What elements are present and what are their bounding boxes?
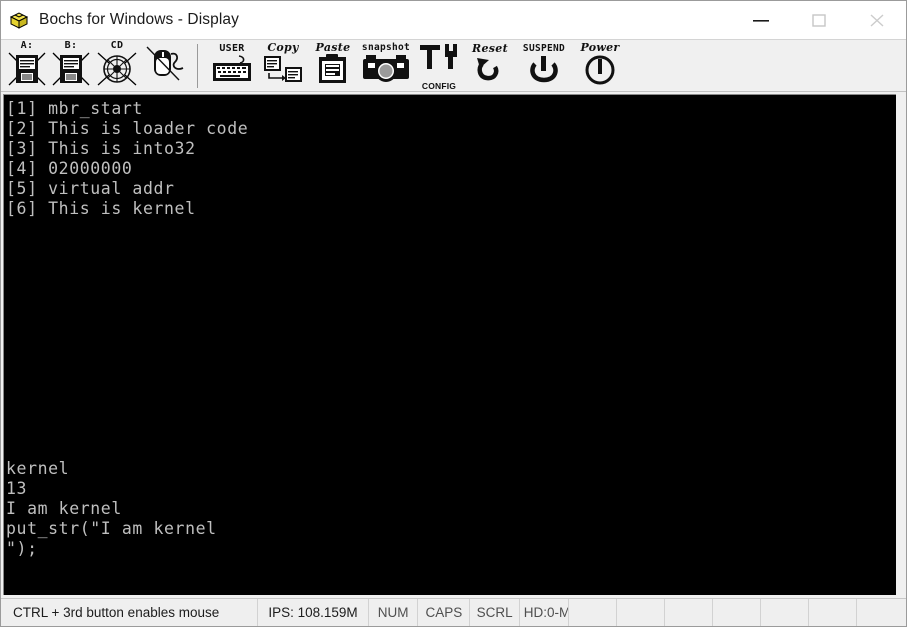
toolbar-separator [197, 44, 198, 88]
status-empty-cell [857, 599, 906, 626]
copy-button[interactable]: Copy [258, 41, 308, 91]
cdrom-label: CD [110, 40, 124, 51]
title-bar: Bochs for Windows - Display [1, 1, 906, 39]
mouse-button[interactable] [141, 41, 189, 91]
keyboard-icon [209, 54, 255, 89]
paste-button[interactable]: Paste [308, 41, 358, 91]
tools-icon [417, 41, 461, 82]
bochs-window: Bochs for Windows - Display A: B: CD USE… [0, 0, 907, 627]
config-button[interactable]: CONFIG [414, 41, 464, 91]
status-num-indicator: NUM [369, 599, 419, 626]
floppy-disk-a-icon [7, 51, 47, 92]
snapshot-button[interactable]: snapshot [358, 41, 414, 91]
paste-icon [313, 53, 353, 90]
snapshot-label: snapshot [361, 42, 411, 53]
vga-kernel-output: kernel 13 I am kernel put_str("I am kern… [6, 459, 217, 558]
floppy-a-label: A: [20, 40, 34, 51]
user-label: USER [219, 43, 245, 54]
status-message: CTRL + 3rd button enables mouse [1, 599, 258, 626]
reset-button[interactable]: Reset [464, 41, 516, 91]
status-caps-indicator: CAPS [418, 599, 471, 626]
close-button[interactable] [848, 1, 906, 39]
user-button[interactable]: USER [206, 41, 258, 91]
status-scrl-indicator: SCRL [470, 599, 520, 626]
minimize-button[interactable] [732, 1, 790, 39]
config-label: CONFIG [421, 81, 457, 91]
maximize-button[interactable] [790, 1, 848, 39]
power-button[interactable]: Power [572, 41, 628, 91]
status-empty-cell [665, 599, 714, 626]
status-empty-cell [617, 599, 666, 626]
suspend-button[interactable]: SUSPEND [516, 41, 572, 91]
power-label: Power [580, 41, 620, 54]
floppy-disk-b-icon [51, 51, 91, 92]
window-title: Bochs for Windows - Display [39, 11, 239, 28]
floppy-a-button[interactable]: A: [5, 40, 49, 92]
status-empty-cell [761, 599, 810, 626]
mouse-disabled-icon [143, 44, 187, 89]
status-ips: IPS: 108.159M [258, 599, 369, 626]
vga-boot-log: [1] mbr_start [2] This is loader code [3… [6, 99, 249, 218]
bochs-box-icon [8, 9, 30, 31]
status-empty-cell [713, 599, 762, 626]
status-bar: CTRL + 3rd button enables mouse IPS: 108… [1, 598, 906, 626]
floppy-b-button[interactable]: B: [49, 40, 93, 92]
vga-screen[interactable]: [1] mbr_start [2] This is loader code [3… [3, 94, 896, 595]
copy-label: Copy [267, 41, 299, 54]
status-hd-indicator: HD:0-M [520, 599, 569, 626]
reset-arrow-icon [473, 54, 507, 89]
power-icon [582, 53, 618, 90]
suspend-label: SUSPEND [522, 43, 566, 54]
status-empty-cell [809, 599, 858, 626]
paste-label: Paste [315, 41, 351, 54]
status-empty-cell [569, 599, 617, 626]
reset-label: Reset [472, 42, 508, 55]
copy-icon [261, 53, 305, 90]
floppy-b-label: B: [64, 40, 78, 51]
toolbar: A: B: CD USER Copy Paste snapshot CONFIG… [1, 39, 906, 92]
window-controls [732, 1, 906, 39]
vga-screen-area: [1] mbr_start [2] This is loader code [3… [1, 92, 906, 598]
cdrom-button[interactable]: CD [93, 40, 141, 92]
suspend-icon [528, 54, 560, 89]
camera-icon [360, 53, 412, 90]
cdrom-disc-icon [96, 51, 138, 92]
